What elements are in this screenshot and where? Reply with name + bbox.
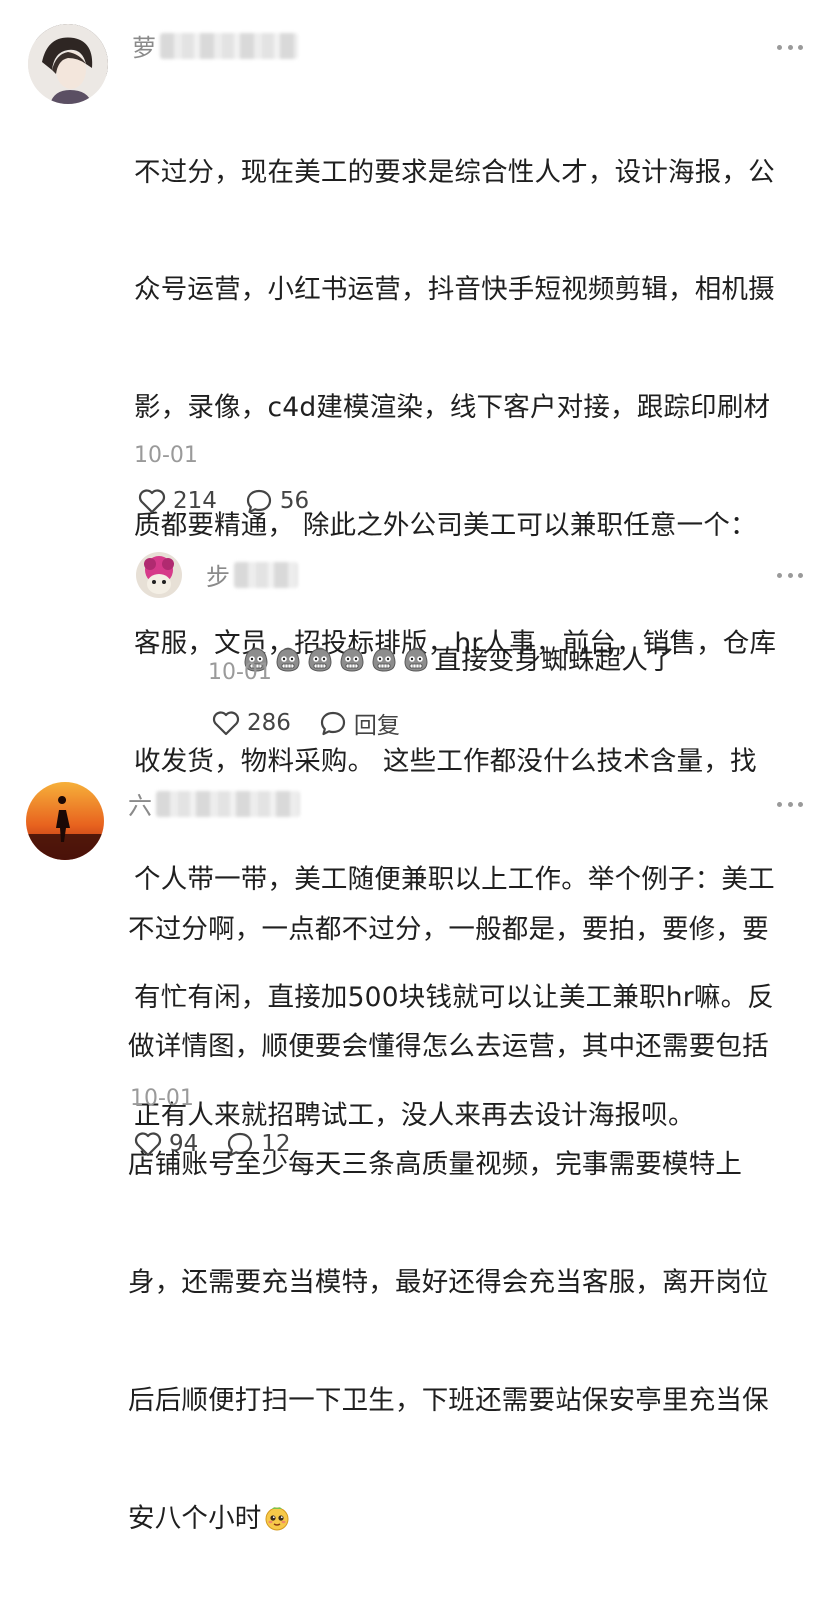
comment-button[interactable]: 56 [245, 488, 309, 514]
comment-date: 10-01 [134, 443, 198, 468]
username-blurred [234, 561, 298, 588]
avatar[interactable] [136, 552, 182, 598]
more-options-icon[interactable] [777, 572, 803, 578]
reply-label: 回复 [353, 713, 400, 739]
username-blurred [156, 790, 300, 817]
like-count: 286 [247, 710, 291, 736]
username-blurred [160, 32, 298, 59]
avatar[interactable] [28, 24, 108, 104]
more-options-icon[interactable] [777, 801, 803, 807]
comment-button[interactable]: 12 [226, 1131, 291, 1157]
like-count: 214 [173, 488, 217, 514]
comment-bubble-icon [246, 489, 272, 514]
comment-count: 12 [261, 1131, 291, 1157]
comment-bubble-icon [320, 711, 346, 736]
avatar[interactable] [26, 782, 104, 860]
like-button[interactable]: 94 [134, 1131, 198, 1157]
grimace-face-emoji-icon [403, 647, 428, 672]
comment-text: 不过分啊，一点都不过分，一般都是，要拍，要修，要 做详情图，顺便要会懂得怎么去运… [128, 913, 769, 1535]
reply-button[interactable]: 回复 [319, 706, 400, 740]
reply-text: 直接变身蜘蛛超人了 [208, 602, 808, 720]
pleading-face-emoji-icon [265, 1507, 288, 1531]
username[interactable]: 六 [128, 786, 152, 821]
heart-icon [134, 1132, 162, 1157]
username[interactable]: 萝 [132, 28, 156, 63]
heart-icon [138, 489, 166, 514]
like-count: 94 [169, 1131, 199, 1157]
like-button[interactable]: 214 [138, 488, 217, 514]
like-button[interactable]: 286 [212, 710, 291, 736]
grimace-face-emoji-icon [371, 647, 396, 672]
heart-icon [212, 711, 240, 736]
comment-count: 56 [279, 488, 310, 514]
more-options-icon[interactable] [777, 44, 803, 50]
username[interactable]: 步 [206, 557, 230, 592]
reply-date: 10-01 [208, 660, 272, 685]
comment-bubble-icon [228, 1132, 253, 1157]
grimace-face-emoji-icon [275, 647, 300, 672]
grimace-face-emoji-icon [339, 647, 364, 672]
comment-date: 10-01 [130, 1086, 194, 1111]
grimace-face-emoji-icon [307, 647, 332, 672]
